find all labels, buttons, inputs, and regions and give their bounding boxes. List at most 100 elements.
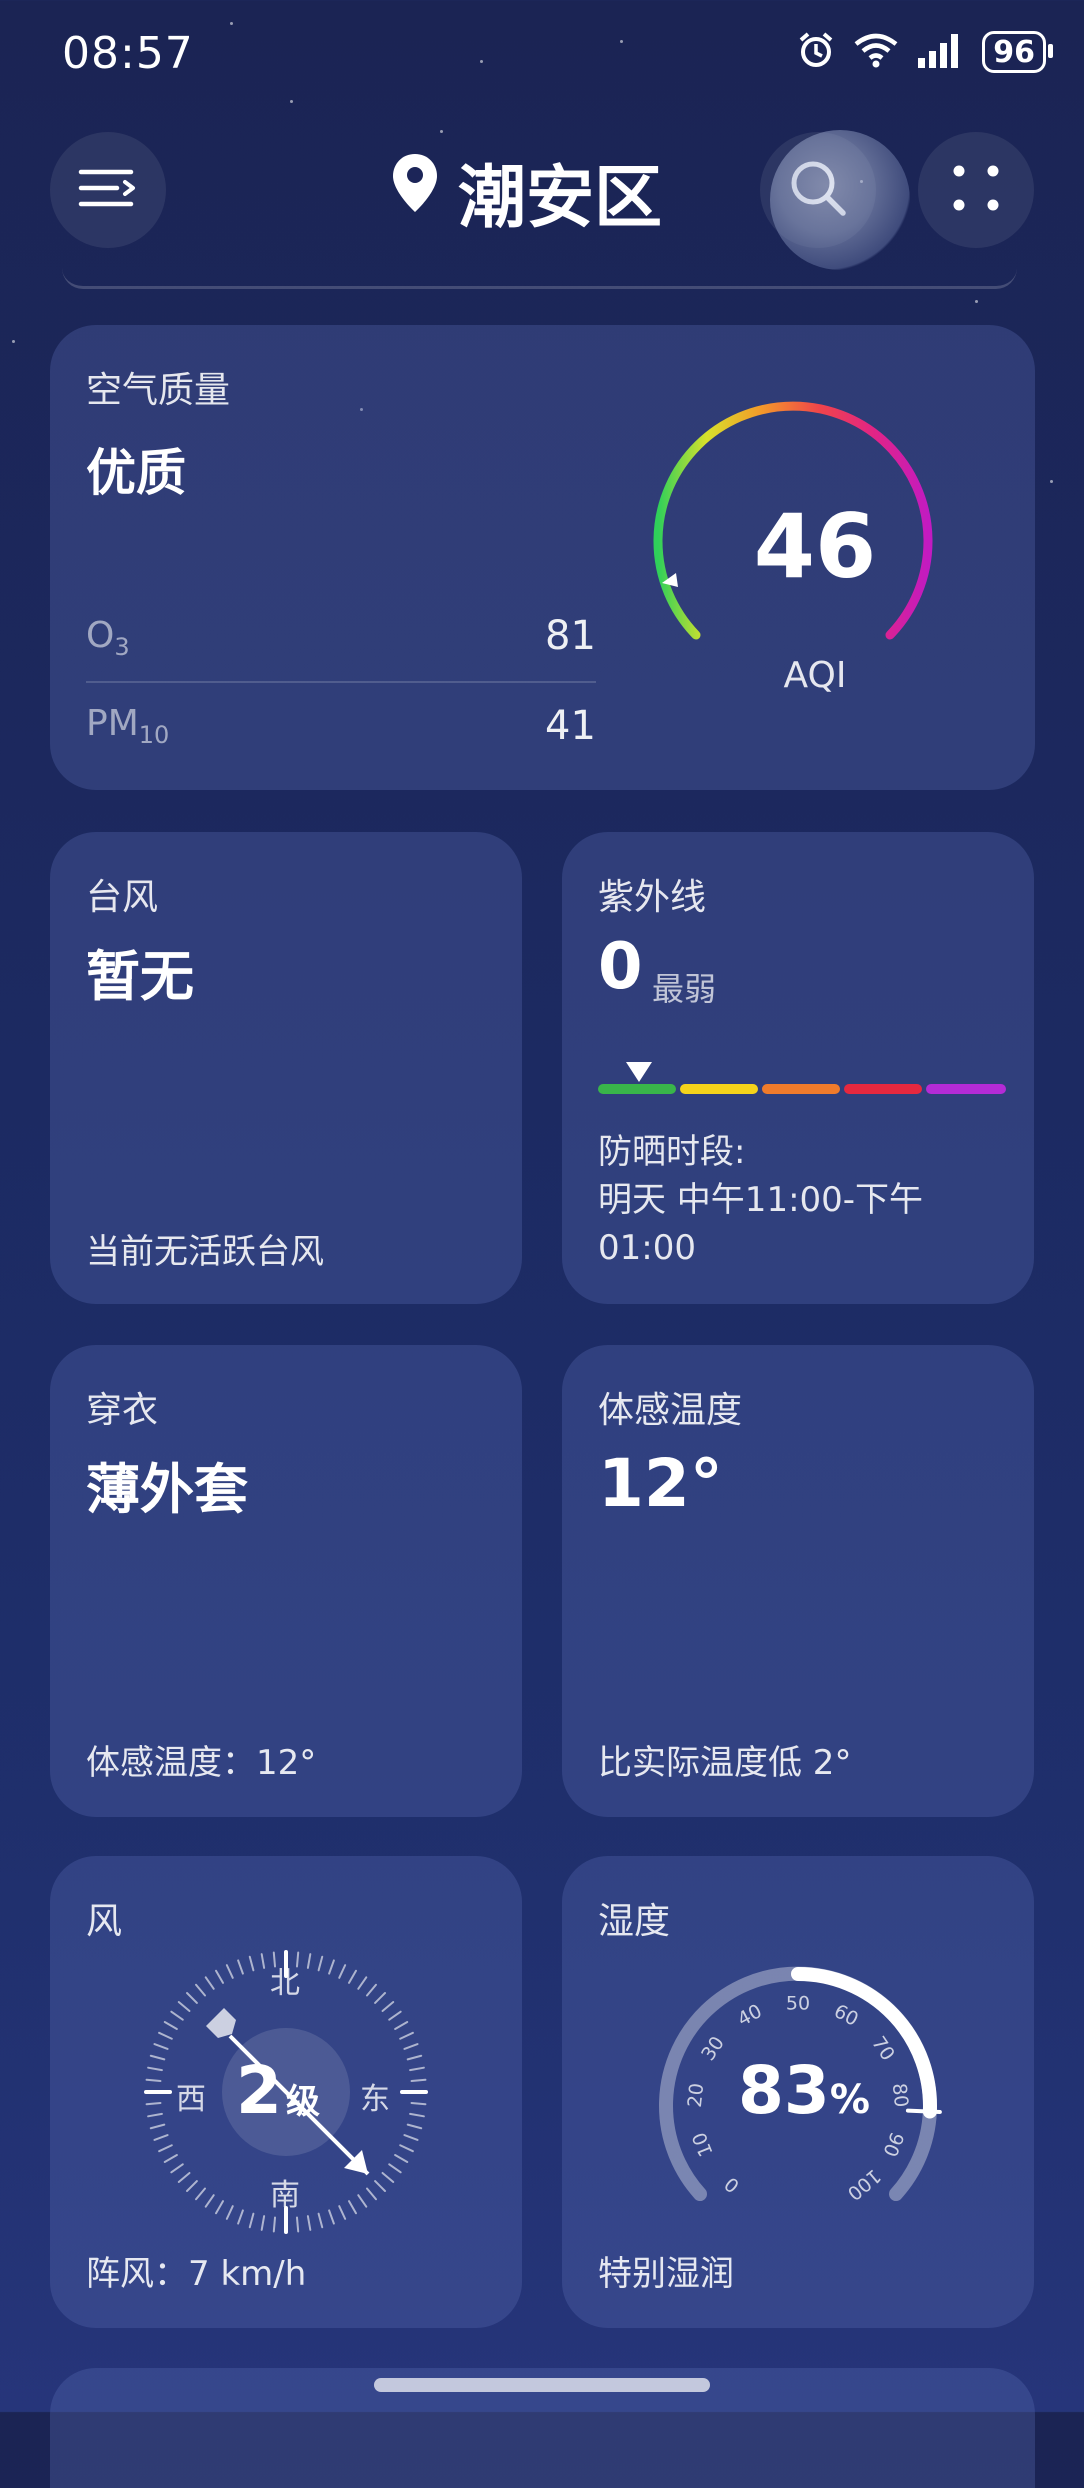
uv-level: 最弱: [652, 970, 717, 1008]
compass-tick: [147, 2112, 163, 2118]
clothing-value: 薄外套: [86, 1458, 248, 1521]
status-bar: 08:57 96: [0, 0, 1084, 110]
uv-scale-marker: [625, 1062, 652, 1082]
compass-tick: [195, 2187, 207, 2201]
menu-icon: [77, 166, 139, 214]
uv-card[interactable]: 紫外线 0 最弱 防晒时段: 明天 中午11:00-下午 01:00: [562, 832, 1034, 1304]
typhoon-value: 暂无: [86, 945, 194, 1008]
more-dots-icon: [951, 163, 1001, 217]
compass-tick: [195, 1983, 207, 1997]
compass-tick: [381, 2001, 395, 2013]
wind-card[interactable]: 风 北 南 东 西 2 级 阵风：7 km/h: [50, 1856, 522, 2328]
compass-tick: [163, 2154, 178, 2163]
humidity-marker: [905, 2108, 942, 2114]
compass-east: 东: [360, 2082, 390, 2117]
compass-tick: [204, 2194, 215, 2208]
humidity-card[interactable]: 湿度 0 10 20 30 40 50 60 70 80 90 100 83 % 特别湿润: [562, 1856, 1034, 2328]
compass-tick: [409, 2112, 425, 2118]
humidity-tick-label: 60: [830, 2000, 862, 2031]
compass-tick: [338, 1964, 347, 1979]
typhoon-card[interactable]: 台风 暂无 当前无活跃台风: [50, 832, 522, 1304]
home-indicator[interactable]: [374, 2378, 710, 2392]
clothing-card[interactable]: 穿衣 薄外套 体感温度：12°: [50, 1345, 522, 1817]
humidity-tick-label: 100: [843, 2164, 885, 2204]
location-title[interactable]: 潮安区: [390, 142, 662, 241]
compass-tick: [145, 2101, 162, 2106]
compass-tick: [163, 2021, 178, 2030]
wind-gust: 阵风：7 km/h: [86, 2254, 307, 2294]
feels-like-label: 体感温度: [598, 1390, 743, 1431]
wind-level-number: 2: [236, 2052, 282, 2129]
compass-tick: [153, 2134, 169, 2141]
compass-tick: [348, 2200, 357, 2215]
uv-value: 0: [598, 930, 643, 1004]
more-button[interactable]: [918, 132, 1034, 248]
uv-label: 紫外线: [598, 877, 707, 918]
uv-scale-segment: [680, 1084, 758, 1094]
compass-tick: [328, 1959, 335, 1975]
location-pin-icon: [390, 152, 440, 231]
uv-scale-segment: [844, 1084, 922, 1094]
pollutant-pm10-value: 41: [545, 703, 596, 749]
humidity-tick-label: 20: [684, 2082, 708, 2108]
compass-tick: [215, 2200, 224, 2215]
compass-tick: [381, 2171, 395, 2183]
compass-tick: [338, 2205, 347, 2220]
compass-tick: [272, 2216, 277, 2233]
compass-tick: [403, 2134, 419, 2141]
feels-like-card[interactable]: 体感温度 12° 比实际温度低 2°: [562, 1345, 1034, 1817]
compass-tick: [158, 2144, 173, 2153]
air-quality-level: 优质: [86, 444, 186, 502]
compass-tick: [399, 2031, 414, 2040]
compass-tick: [406, 2054, 423, 2061]
compass-tick: [158, 2031, 173, 2040]
status-icons: 96: [796, 30, 1053, 74]
battery-indicator: 96: [982, 31, 1053, 73]
compass-tick: [149, 2123, 166, 2130]
humidity-footer: 特别湿润: [598, 2254, 734, 2294]
typhoon-footer: 当前无活跃台风: [86, 1232, 324, 1272]
compass-tick: [225, 2205, 234, 2220]
aqi-label: AQI: [783, 655, 847, 696]
compass-tick: [357, 1976, 368, 1990]
uv-protect-label: 防晒时段:: [598, 1132, 746, 1172]
compass-tick: [317, 2212, 324, 2229]
uv-protect-time-line1: 明天 中午11:00-下午: [598, 1180, 924, 1220]
compass-tick: [365, 1983, 377, 1997]
uv-scale-segment: [926, 1084, 1006, 1094]
menu-button[interactable]: [50, 132, 166, 248]
compass-tick: [328, 2209, 335, 2225]
humidity-tick-label: 90: [878, 2129, 907, 2160]
signal-icon: [916, 30, 966, 74]
humidity-tick-label: 0: [720, 2172, 743, 2197]
air-quality-label: 空气质量: [86, 370, 231, 411]
compass-tick: [149, 2054, 166, 2061]
humidity-tick-label: 30: [697, 2033, 729, 2065]
compass-west: 西: [176, 2082, 206, 2117]
humidity-value: 83 %: [738, 2052, 870, 2129]
clothing-footer: 体感温度：12°: [86, 1743, 317, 1783]
compass-tick: [399, 2144, 414, 2153]
air-quality-card[interactable]: 空气质量 优质 O3 81 PM10 41 46 AQI: [50, 325, 1035, 790]
compass-tick: [177, 2171, 191, 2183]
collapsed-card-edge: [62, 268, 1017, 289]
compass-tick: [186, 2180, 198, 2192]
moon-decoration: [770, 130, 910, 270]
typhoon-label: 台风: [86, 877, 159, 918]
wind-label: 风: [86, 1901, 123, 1942]
compass-tick: [147, 2066, 163, 2072]
pollutant-o3-label: O3: [86, 615, 130, 662]
top-bar: 潮安区: [0, 120, 1084, 260]
feels-like-value: 12°: [598, 1445, 723, 1522]
compass-tick: [365, 2187, 377, 2201]
humidity-tick-label: 70: [867, 2033, 899, 2065]
compass-tick: [248, 2212, 255, 2229]
compass-tick: [295, 2216, 300, 2233]
pollutant-o3-value: 81: [545, 613, 596, 659]
humidity-tick-label: 10: [688, 2129, 717, 2160]
humidity-tick-label: 50: [786, 1993, 810, 2015]
compass-tick: [409, 2066, 425, 2072]
compass-tick: [374, 1992, 386, 2004]
compass-tick: [225, 1964, 234, 1979]
aqi-value: 46: [753, 495, 877, 598]
